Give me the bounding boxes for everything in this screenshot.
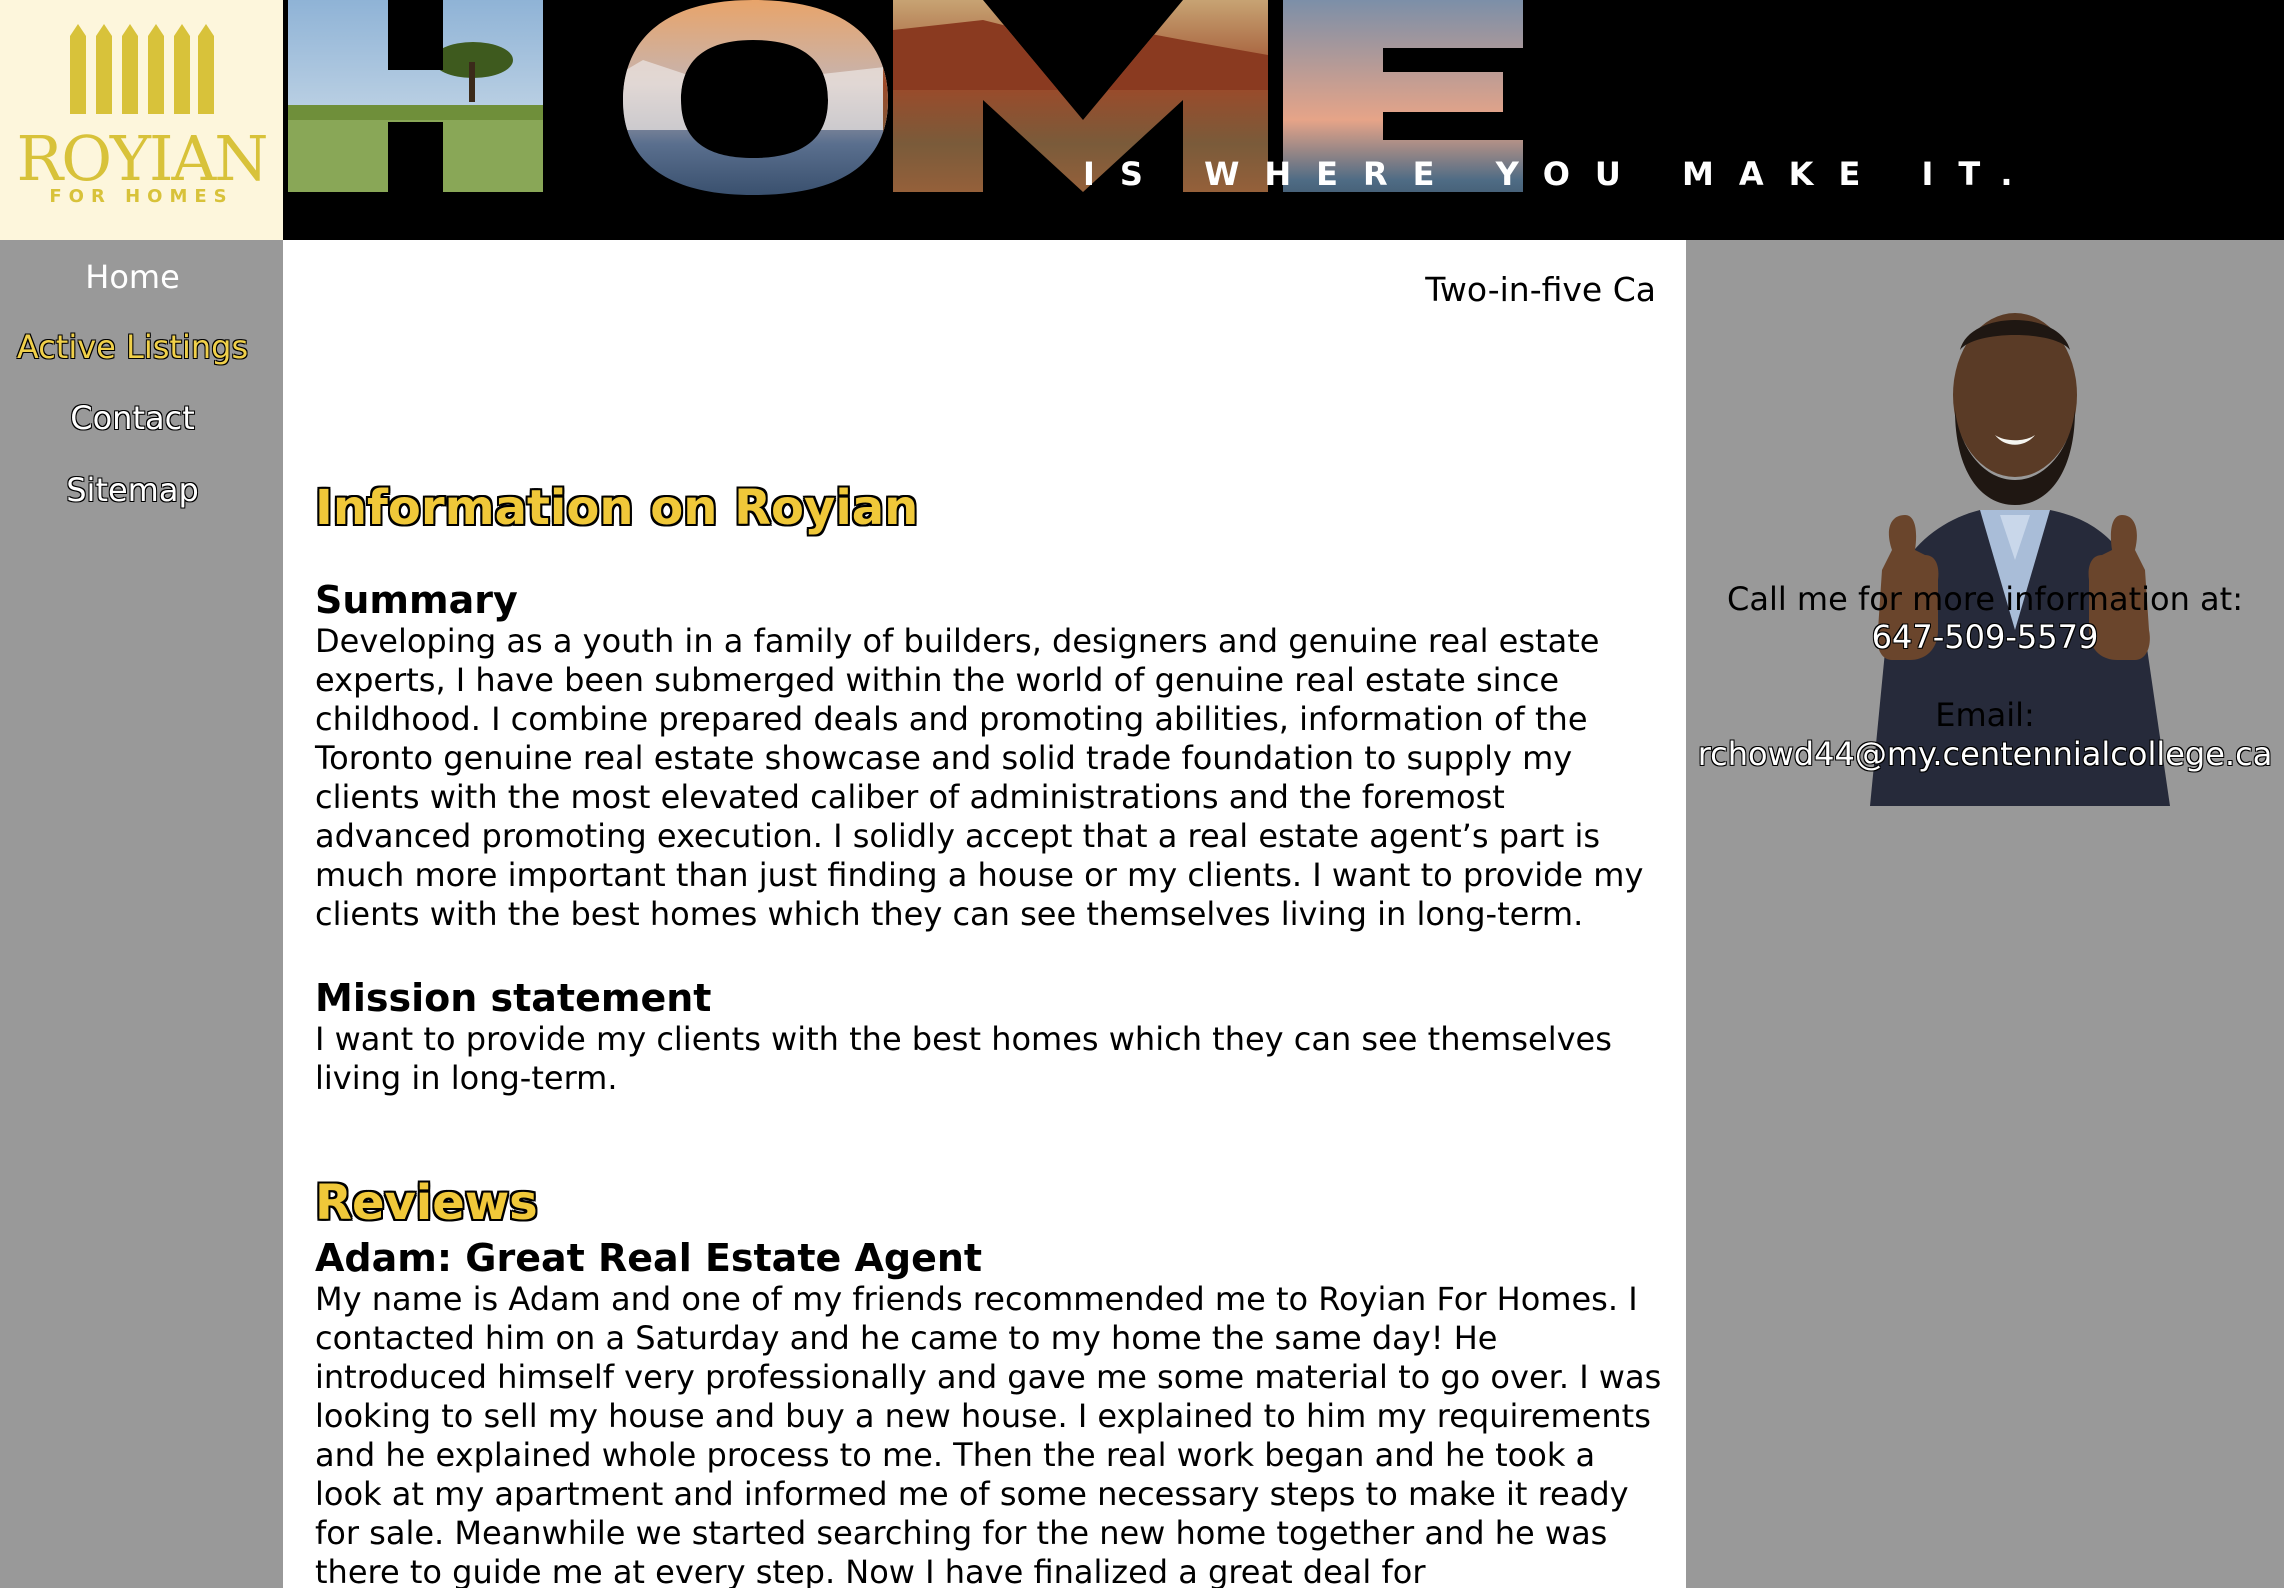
scrolling-marquee-text: Two-in-five Ca — [1425, 270, 1656, 309]
reviews-section-title: Reviews — [315, 1175, 538, 1231]
left-navigation: Home Active Listings Contact Sitemap — [0, 240, 283, 1588]
header-banner: IS WHERE YOU MAKE IT. — [283, 0, 2284, 240]
main-content[interactable]: Two-in-five Ca Information on Royian Sum… — [283, 240, 1686, 1588]
phone-link[interactable]: 647-509-5579 — [1686, 618, 2284, 656]
nav-item-home[interactable]: Home — [0, 258, 265, 296]
summary-heading: Summary — [315, 578, 518, 622]
banner-tagline: IS WHERE YOU MAKE IT. — [1083, 155, 2038, 193]
mission-text: I want to provide my clients with the be… — [315, 1020, 1612, 1097]
review-text: My name is Adam and one of my friends re… — [315, 1280, 1662, 1588]
email-label: Email: — [1935, 696, 2035, 734]
nav-item-sitemap[interactable]: Sitemap — [0, 471, 265, 509]
site-logo[interactable]: ROYIAN FOR HOMES — [0, 0, 283, 240]
logo-subtitle: FOR HOMES — [49, 186, 234, 207]
nav-item-active-listings[interactable]: Active Listings — [0, 328, 265, 366]
email-link[interactable]: rchowd44@my.centennialcollege.ca — [1686, 735, 2284, 773]
call-prompt: Call me for more information at: — [1727, 580, 2243, 618]
mission-heading: Mission statement — [315, 976, 712, 1020]
nav-item-contact[interactable]: Contact — [0, 399, 265, 437]
summary-text: Developing as a youth in a family of bui… — [315, 622, 1644, 933]
contact-sidebar: Call me for more information at: 647-509… — [1686, 240, 2284, 1588]
building-columns-icon — [70, 24, 215, 114]
logo-wordmark: ROYIAN — [16, 122, 269, 195]
banner-landscape-image — [288, 0, 1523, 195]
info-section-title: Information on Royian — [315, 480, 919, 536]
review-heading: Adam: Great Real Estate Agent — [315, 1236, 983, 1280]
